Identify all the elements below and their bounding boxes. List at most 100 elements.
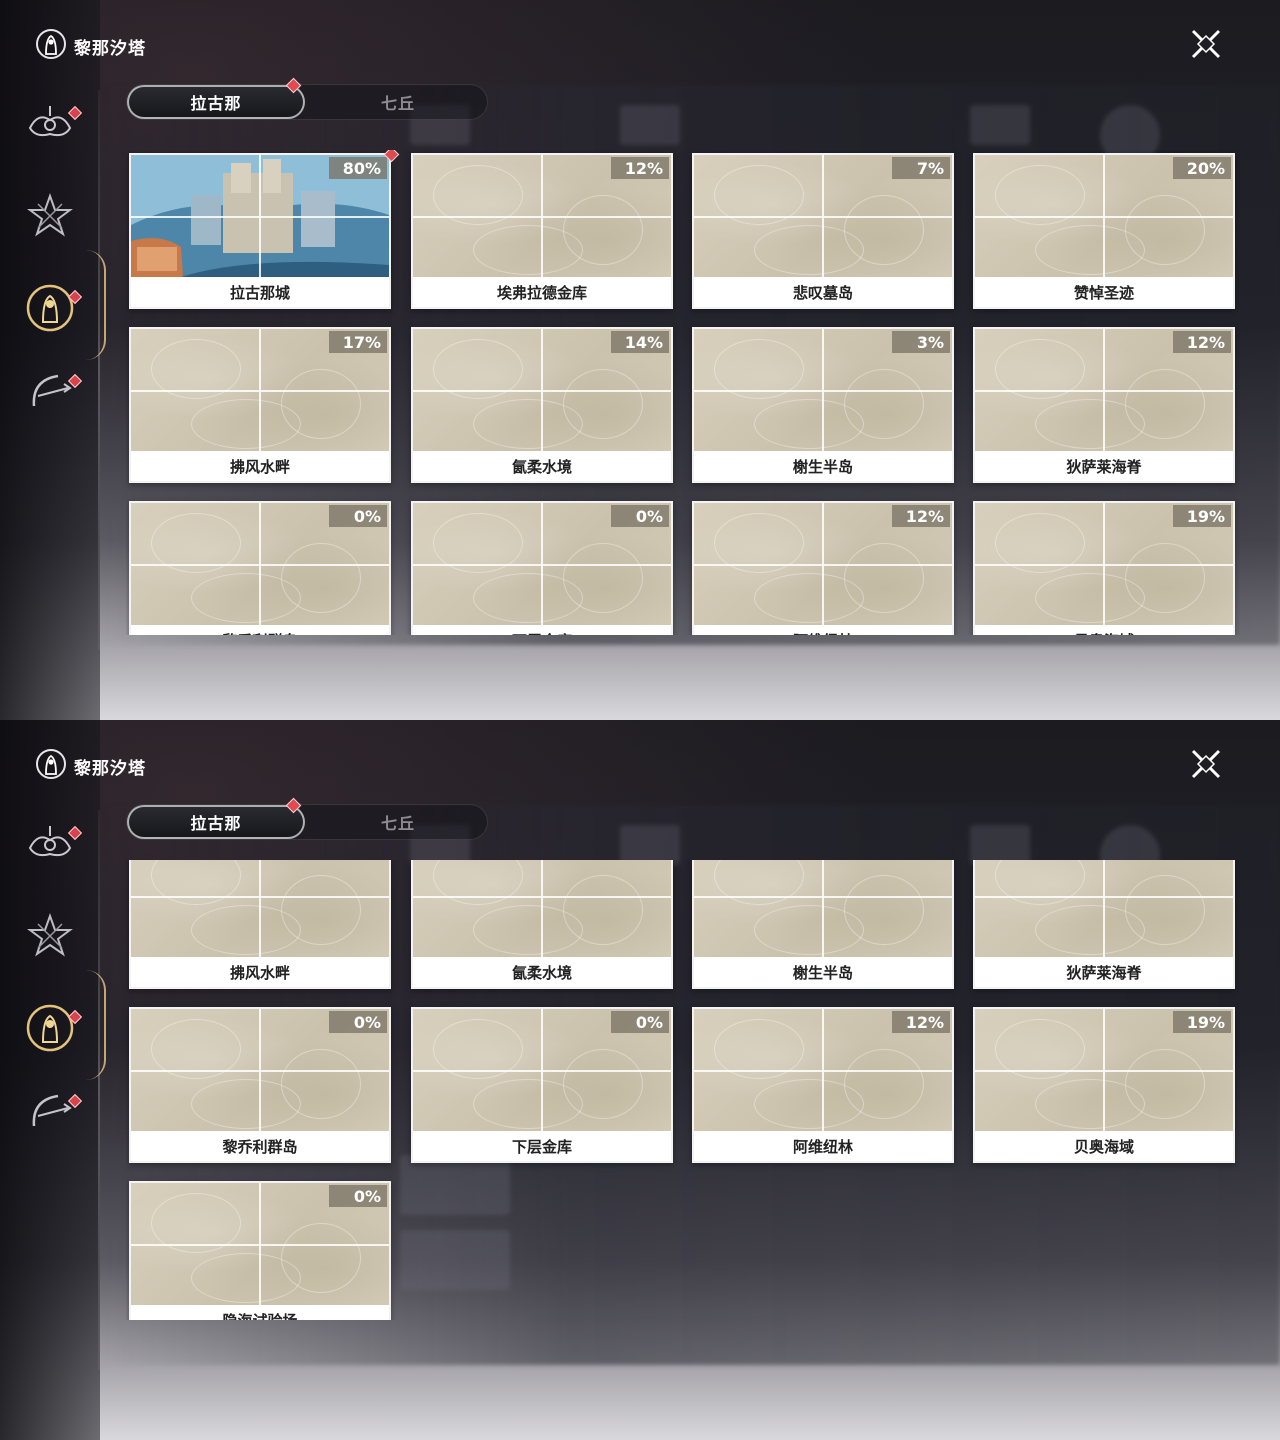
region-name: 阿维纽林 bbox=[694, 625, 952, 635]
region-name: 黎乔利群岛 bbox=[131, 1131, 389, 1161]
region-card[interactable]: 12% 阿维纽林 bbox=[692, 1007, 954, 1163]
map-grid-line bbox=[413, 1070, 671, 1072]
shattered-star-icon bbox=[27, 913, 73, 957]
page-header: 黎那汐塔 bbox=[34, 29, 146, 62]
region-card[interactable]: 80% 拉古那城 bbox=[129, 150, 400, 309]
page-title: 黎那汐塔 bbox=[74, 38, 146, 59]
map-grid-line bbox=[694, 564, 952, 566]
map-grid-line bbox=[975, 564, 1233, 566]
region-card[interactable]: 14%氤柔水境 bbox=[411, 327, 673, 483]
close-x-icon bbox=[1191, 749, 1221, 779]
tab-laguna[interactable]: 拉古那 bbox=[127, 85, 305, 119]
sidebar-divider bbox=[98, 810, 100, 1370]
region-map-thumbnail bbox=[694, 860, 952, 957]
exploration-percent: 19% bbox=[1173, 505, 1231, 527]
region-card[interactable]: 0% 隐海试验场 bbox=[129, 1181, 391, 1320]
exploration-percent: 19% bbox=[1173, 1011, 1231, 1033]
page-title: 黎那汐塔 bbox=[74, 758, 146, 779]
map-grid-line bbox=[1103, 860, 1105, 957]
region-card[interactable]: 0% 下层金库 bbox=[411, 1007, 673, 1163]
region-card[interactable]: 12%狄萨莱海脊 bbox=[973, 327, 1235, 483]
map-grid-line bbox=[694, 1070, 952, 1072]
close-button[interactable] bbox=[1186, 744, 1226, 784]
region-name: 贝奥海域 bbox=[975, 625, 1233, 635]
exploration-percent: 0% bbox=[611, 505, 669, 527]
shattered-star-icon bbox=[27, 193, 73, 237]
region-name: 下层金库 bbox=[413, 625, 671, 635]
region-card[interactable]: 19% 贝奥海域 bbox=[973, 501, 1235, 635]
dragon-crest-icon bbox=[28, 106, 72, 137]
region-name: 赞悼圣迹 bbox=[975, 277, 1233, 307]
region-name: 悲叹墓岛 bbox=[694, 277, 952, 307]
map-grid-line bbox=[975, 216, 1233, 218]
exploration-percent: 12% bbox=[892, 505, 950, 527]
close-button[interactable] bbox=[1186, 24, 1226, 64]
tab-seven-hills[interactable]: 七丘 bbox=[309, 805, 487, 839]
map-grid-line bbox=[975, 390, 1233, 392]
region-card[interactable]: 0% 黎乔利群岛 bbox=[129, 501, 391, 635]
sidebar bbox=[0, 720, 106, 1440]
sidebar-item-shattered-star[interactable] bbox=[22, 908, 78, 964]
sidebar-item-dragon-crest[interactable] bbox=[22, 816, 83, 872]
region-map-thumbnail bbox=[413, 860, 671, 957]
map-grid-line bbox=[694, 390, 952, 392]
map-grid-line bbox=[541, 860, 543, 957]
sidebar-item-shattered-star[interactable] bbox=[22, 188, 78, 244]
sidebar-item-lady-emblem[interactable] bbox=[22, 1000, 83, 1056]
lady-emblem-icon bbox=[26, 284, 74, 332]
region-card[interactable]: 17%拂风水畔 bbox=[129, 860, 391, 989]
region-card[interactable]: 14%氤柔水境 bbox=[411, 860, 673, 989]
region-card[interactable]: 20% 赞悼圣迹 bbox=[973, 153, 1235, 309]
panel-top: 黎那汐塔 拉古那 七丘 80% 拉古那城 12% 埃弗拉德金库 7% 悲叹墓岛 20% 赞悼圣… bbox=[0, 0, 1280, 720]
sidebar-divider bbox=[98, 90, 100, 650]
map-grid-line bbox=[413, 216, 671, 218]
region-name: 拂风水畔 bbox=[131, 957, 389, 987]
map-grid-line bbox=[131, 896, 389, 898]
region-card[interactable]: 12%狄萨莱海脊 bbox=[973, 860, 1235, 989]
map-grid-line bbox=[131, 390, 389, 392]
tab-seven-hills[interactable]: 七丘 bbox=[309, 85, 487, 119]
region-name: 贝奥海域 bbox=[975, 1131, 1233, 1161]
tab-laguna[interactable]: 拉古那 bbox=[127, 805, 305, 839]
exploration-percent: 12% bbox=[1173, 331, 1231, 353]
sidebar-item-bow-crest[interactable] bbox=[22, 364, 83, 420]
region-card[interactable]: 0% 黎乔利群岛 bbox=[129, 1007, 391, 1163]
sidebar-item-dragon-crest[interactable] bbox=[22, 96, 83, 152]
map-grid-line bbox=[975, 896, 1233, 898]
region-name: 阿维纽林 bbox=[694, 1131, 952, 1161]
lady-emblem-icon bbox=[34, 747, 68, 785]
sidebar bbox=[0, 0, 106, 720]
region-name: 氤柔水境 bbox=[413, 957, 671, 987]
sidebar-item-bow-crest[interactable] bbox=[22, 1084, 83, 1140]
bow-crest-icon bbox=[32, 1094, 72, 1127]
exploration-percent: 20% bbox=[1173, 157, 1231, 179]
map-grid-line bbox=[413, 564, 671, 566]
lady-emblem-icon bbox=[26, 1004, 74, 1052]
region-tabs: 拉古那 七丘 bbox=[126, 804, 488, 840]
region-card[interactable]: 3%榭生半岛 bbox=[692, 860, 954, 989]
map-grid-line bbox=[413, 390, 671, 392]
region-map-thumbnail bbox=[131, 860, 389, 957]
exploration-percent: 7% bbox=[892, 157, 950, 179]
exploration-percent: 17% bbox=[329, 331, 387, 353]
map-grid-line bbox=[413, 896, 671, 898]
sidebar-item-lady-emblem[interactable] bbox=[22, 280, 83, 336]
region-card[interactable]: 3%榭生半岛 bbox=[692, 327, 954, 483]
map-grid-line bbox=[131, 1244, 389, 1246]
region-name: 下层金库 bbox=[413, 1131, 671, 1161]
map-grid-line bbox=[131, 564, 389, 566]
active-indicator-arc bbox=[86, 970, 106, 1080]
region-card[interactable]: 12% 埃弗拉德金库 bbox=[411, 153, 673, 309]
exploration-percent: 0% bbox=[329, 505, 387, 527]
region-card[interactable]: 12% 阿维纽林 bbox=[692, 501, 954, 635]
region-card[interactable]: 17%拂风水畔 bbox=[129, 327, 391, 483]
panel-bottom: 黎那汐塔 拉古那 七丘 17%拂风水畔14%氤柔水境3%榭生半岛12%狄萨莱海脊… bbox=[0, 720, 1280, 1440]
region-name: 榭生半岛 bbox=[694, 451, 952, 481]
map-grid-line bbox=[131, 1070, 389, 1072]
map-grid-line bbox=[259, 860, 261, 957]
region-card[interactable]: 7% 悲叹墓岛 bbox=[692, 153, 954, 309]
close-x-icon bbox=[1191, 29, 1221, 59]
region-card[interactable]: 19% 贝奥海域 bbox=[973, 1007, 1235, 1163]
exploration-percent: 0% bbox=[329, 1185, 387, 1207]
region-card[interactable]: 0% 下层金库 bbox=[411, 501, 673, 635]
